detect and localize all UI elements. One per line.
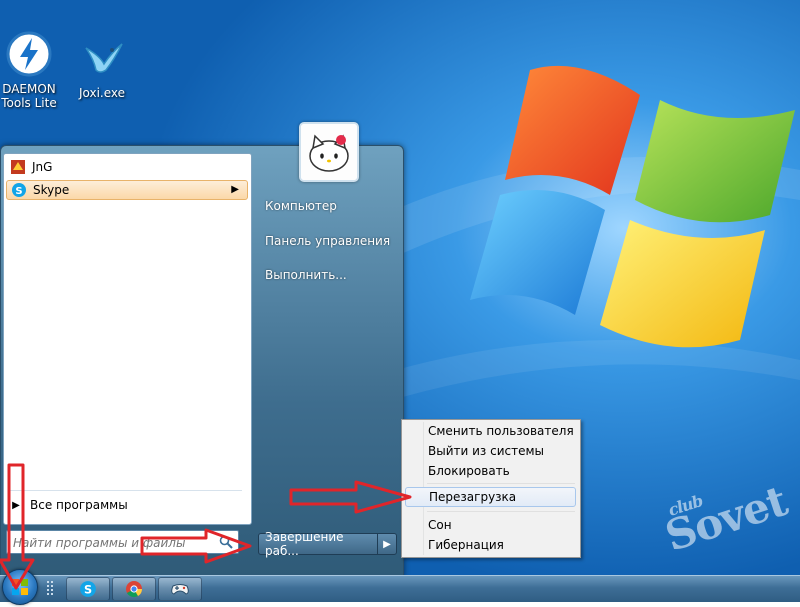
start-button[interactable] [2, 569, 38, 605]
daemon-tools-icon [5, 30, 53, 78]
desktop-icon-daemon-tools[interactable]: DAEMON Tools Lite [0, 30, 64, 110]
program-label: JnG [32, 160, 53, 174]
menu-item-lock[interactable]: Блокировать [405, 461, 576, 481]
desktop-icon-joxi[interactable]: Joxi.exe [67, 34, 137, 100]
hello-kitty-avatar [301, 124, 357, 180]
shutdown-context-menu: Сменить пользователя Выйти из системы Бл… [401, 419, 581, 558]
taskbar-grip-icon [47, 581, 53, 595]
svg-text:S: S [84, 584, 92, 597]
shutdown-options-button[interactable]: ▶ [377, 533, 397, 555]
programs-separator [8, 490, 242, 491]
menu-item-restart[interactable]: Перезагрузка [405, 487, 576, 507]
start-item-computer[interactable]: Компьютер [258, 193, 398, 219]
skype-icon: S [11, 182, 27, 198]
shutdown-button[interactable]: Завершение раб... [258, 530, 378, 558]
program-skype[interactable]: S Skype ▶ [6, 180, 248, 200]
search-box [6, 530, 239, 554]
menu-item-sleep[interactable]: Сон [405, 515, 576, 535]
taskbar-button-game[interactable] [158, 577, 202, 601]
gamepad-icon [171, 584, 189, 595]
start-item-run[interactable]: Выполнить... [258, 262, 398, 288]
program-jng[interactable]: JnG [6, 157, 248, 177]
menu-item-hibernate[interactable]: Гибернация [405, 535, 576, 555]
windows-logo-icon [12, 579, 28, 595]
joxi-bird-icon [78, 34, 126, 82]
skype-icon: S [80, 581, 96, 597]
desktop-icon-label: DAEMON [2, 82, 56, 96]
all-programs-button[interactable]: ▶ Все программы [4, 494, 244, 516]
menu-separator [427, 483, 575, 484]
all-programs-label: Все программы [30, 498, 128, 512]
desktop-icon-label: Tools Lite [1, 96, 57, 110]
jng-icon [10, 159, 26, 175]
menu-item-log-off[interactable]: Выйти из системы [405, 441, 576, 461]
start-menu-programs-pane: JnG S Skype ▶ [3, 153, 252, 525]
triangle-right-icon: ▶ [383, 538, 391, 550]
submenu-arrow-icon: ▶ [231, 184, 239, 195]
triangle-right-icon: ▶ [12, 499, 20, 511]
taskbar-button-chrome[interactable] [112, 577, 156, 601]
search-input[interactable] [11, 533, 211, 553]
svg-text:S: S [15, 186, 22, 197]
chrome-icon [126, 581, 143, 598]
taskbar-button-skype[interactable]: S [66, 577, 110, 601]
desktop-icon-label: Joxi.exe [78, 86, 126, 100]
user-avatar[interactable] [299, 122, 359, 182]
search-icon[interactable] [216, 533, 236, 551]
program-label: Skype [33, 183, 70, 197]
menu-item-switch-user[interactable]: Сменить пользователя [405, 421, 576, 441]
start-item-control-panel[interactable]: Панель управления [258, 228, 398, 254]
menu-separator [427, 511, 575, 512]
